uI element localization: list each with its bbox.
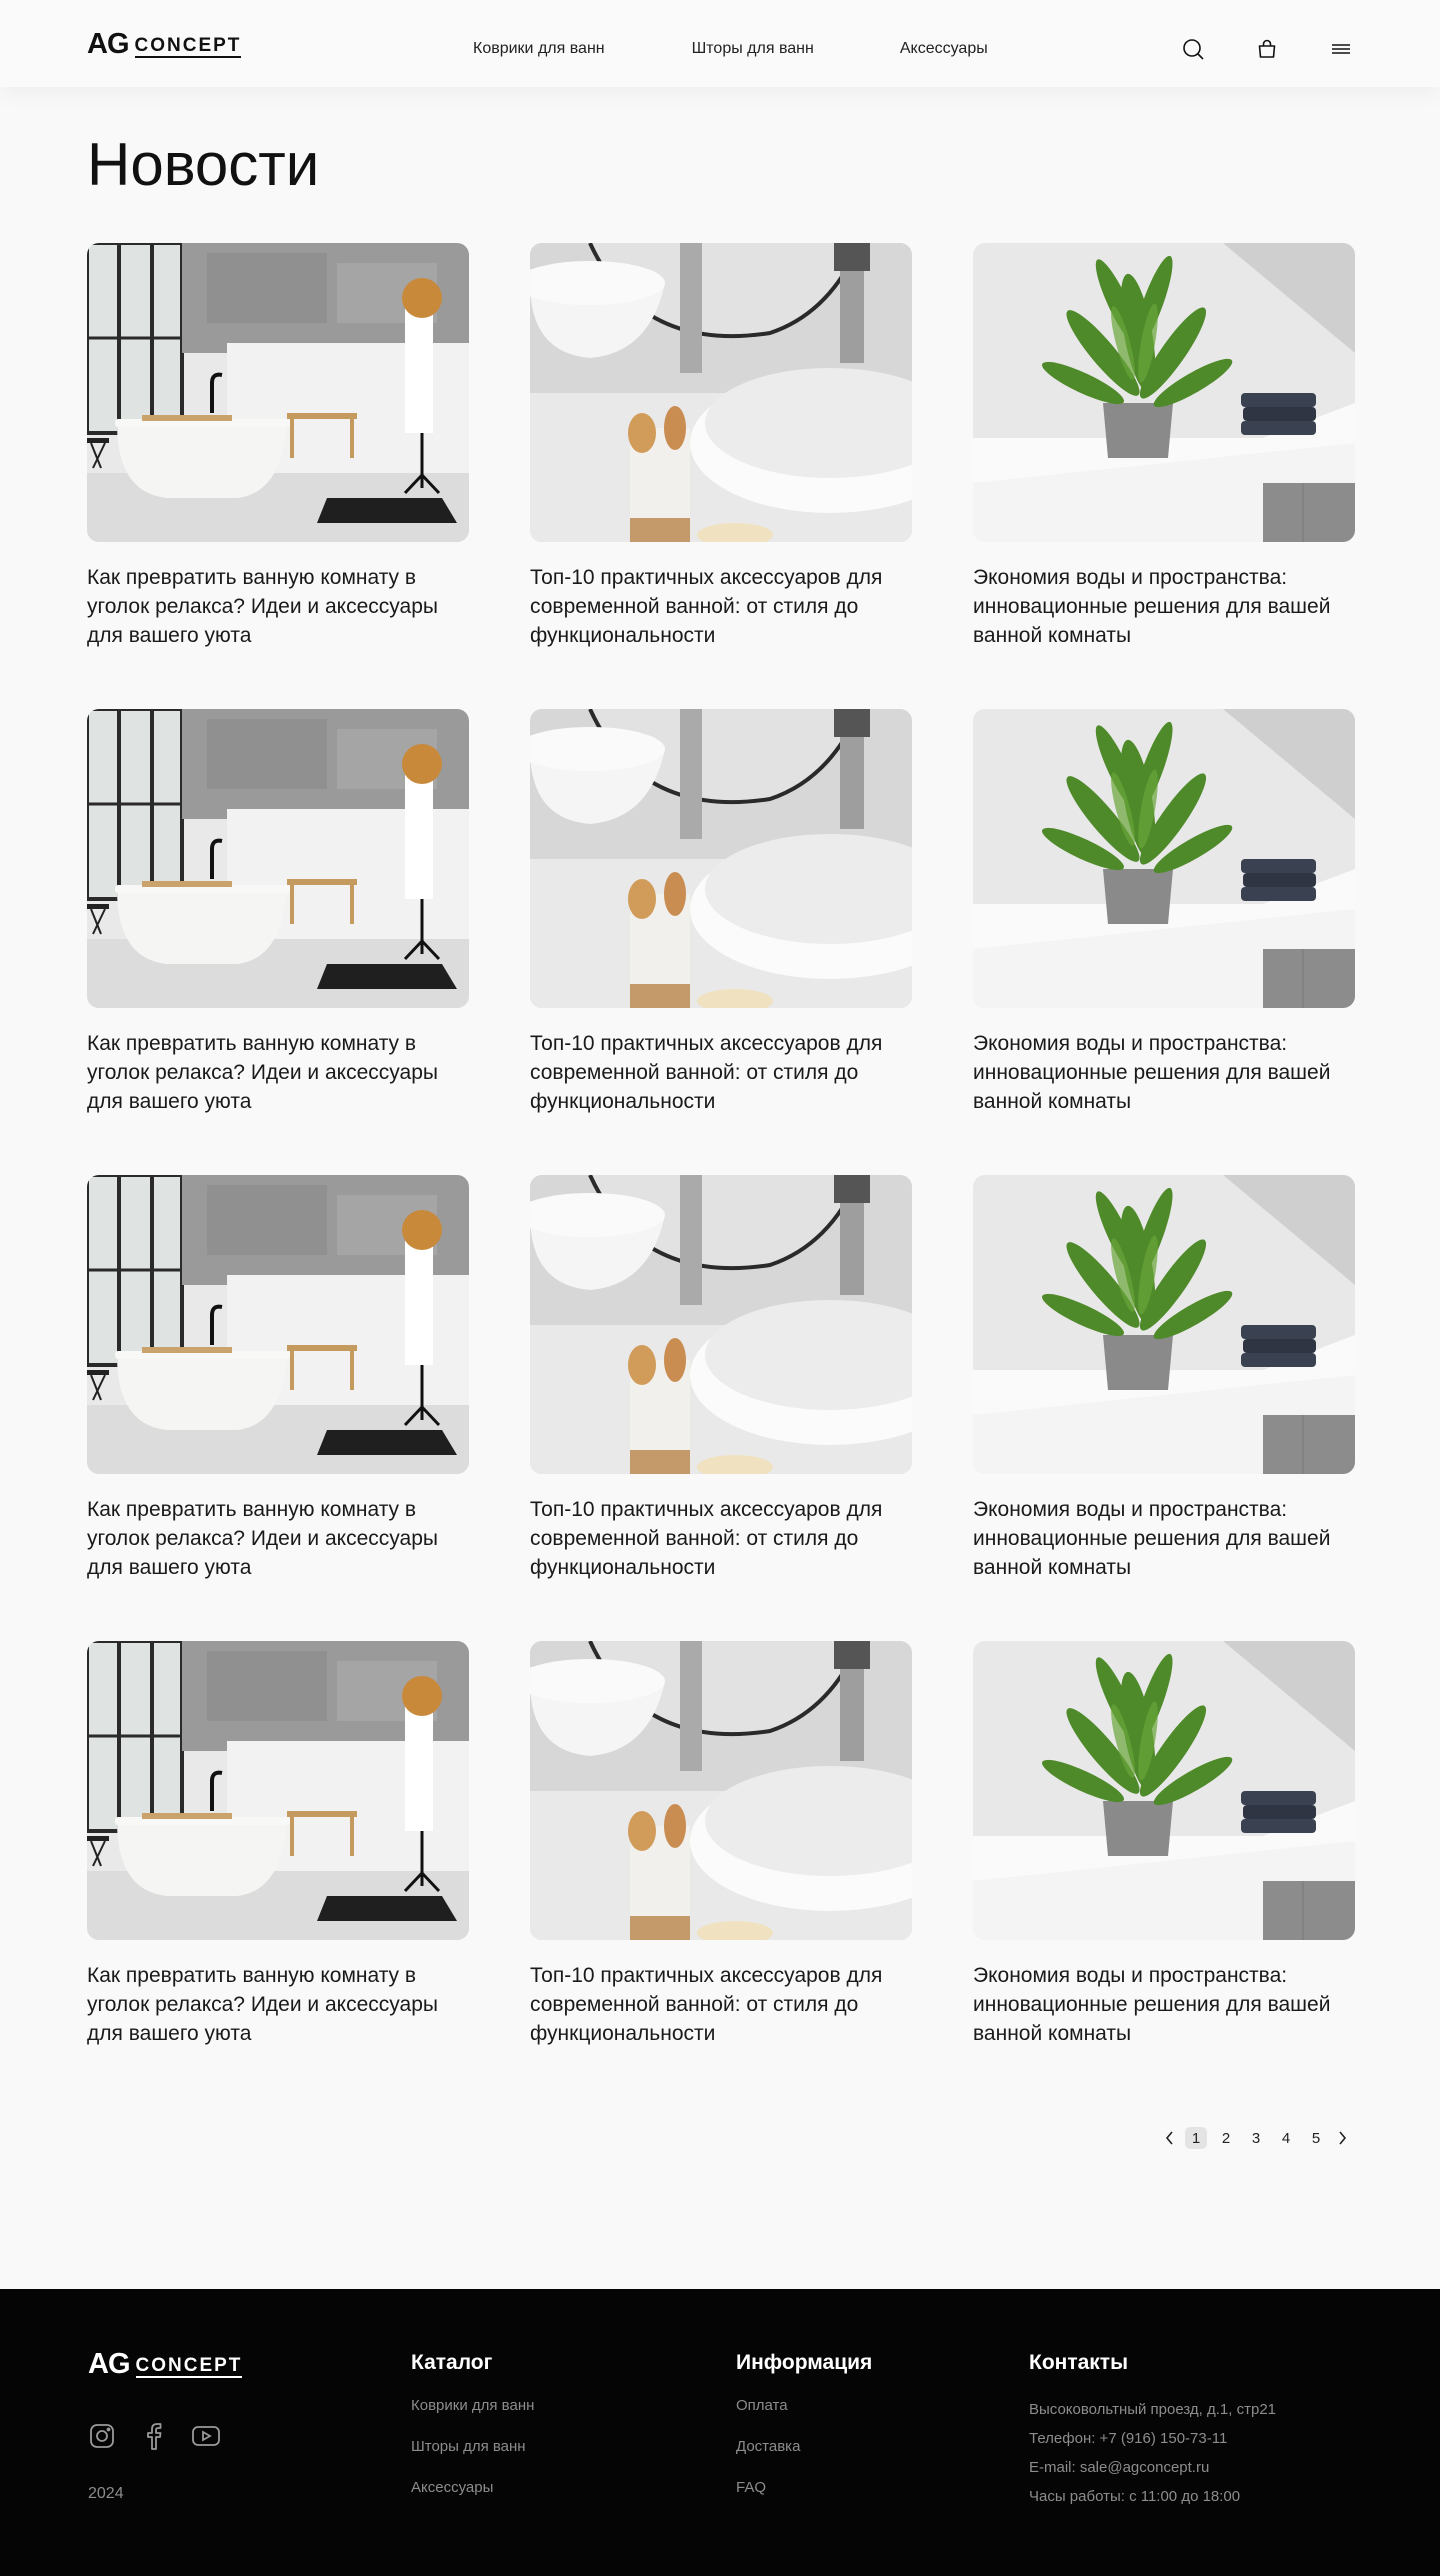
- news-card[interactable]: Топ-10 практичных аксессуаров для соврем…: [530, 1641, 912, 2107]
- footer-contacts-heading: Контакты: [1029, 2351, 1129, 2374]
- news-image[interactable]: [87, 1175, 469, 1474]
- news-title[interactable]: Топ-10 практичных аксессуаров для соврем…: [530, 1495, 912, 1582]
- footer-logo[interactable]: AG CONCEPT: [88, 2348, 243, 2380]
- news-image[interactable]: [87, 243, 469, 542]
- logo-ag-text: AG: [87, 28, 129, 60]
- news-image[interactable]: [530, 1641, 912, 1940]
- footer-catalog-heading: Каталог: [411, 2351, 493, 2374]
- nav-item-accessories[interactable]: Аксессуары: [900, 40, 988, 58]
- instagram-icon[interactable]: [87, 2421, 117, 2451]
- news-card[interactable]: Как превратить ванную комнату в уголок р…: [87, 243, 469, 709]
- news-image[interactable]: [530, 709, 912, 1008]
- news-title[interactable]: Как превратить ванную комнату в уголок р…: [87, 1495, 469, 1582]
- news-card[interactable]: Как превратить ванную комнату в уголок р…: [87, 709, 469, 1175]
- social-links: [87, 2421, 221, 2451]
- news-image[interactable]: [973, 1175, 1355, 1474]
- news-card[interactable]: Экономия воды и пространства: инновацион…: [973, 709, 1355, 1175]
- footer-year: 2024: [88, 2485, 124, 2502]
- news-title[interactable]: Как превратить ванную комнату в уголок р…: [87, 1961, 469, 2048]
- footer-link-bath-mats[interactable]: Коврики для ванн: [411, 2395, 534, 2416]
- bag-icon[interactable]: [1254, 36, 1280, 62]
- page-link-2[interactable]: 2: [1215, 2127, 1237, 2149]
- footer-link-bath-curtains[interactable]: Шторы для ванн: [411, 2436, 534, 2457]
- footer-info: Информация Оплата Доставка FAQ: [736, 2349, 872, 2518]
- news-title[interactable]: Экономия воды и пространства: инновацион…: [973, 1495, 1355, 1582]
- footer-phone[interactable]: Телефон: +7 (916) 150-73-11: [1029, 2424, 1276, 2453]
- news-title[interactable]: Топ-10 практичных аксессуаров для соврем…: [530, 1961, 912, 2048]
- main-nav: Коврики для ванн Шторы для ванн Аксессуа…: [473, 40, 988, 58]
- news-title[interactable]: Экономия воды и пространства: инновацион…: [973, 1029, 1355, 1116]
- footer-hours: Часы работы: с 11:00 до 18:00: [1029, 2488, 1241, 2505]
- news-image[interactable]: [530, 243, 912, 542]
- news-title[interactable]: Экономия воды и пространства: инновацион…: [973, 563, 1355, 650]
- news-grid: Как превратить ванную комнату в уголок р…: [87, 243, 1355, 2107]
- news-title[interactable]: Как превратить ванную комнату в уголок р…: [87, 563, 469, 650]
- news-title[interactable]: Топ-10 практичных аксессуаров для соврем…: [530, 1029, 912, 1116]
- pagination: 1 2 3 4 5: [1159, 2124, 1353, 2152]
- logo[interactable]: AG CONCEPT: [87, 28, 242, 60]
- news-image[interactable]: [530, 1175, 912, 1474]
- news-card[interactable]: Экономия воды и пространства: инновацион…: [973, 1641, 1355, 2107]
- nav-item-bath-mats[interactable]: Коврики для ванн: [473, 40, 605, 58]
- page-link-4[interactable]: 4: [1275, 2127, 1297, 2149]
- news-image[interactable]: [87, 709, 469, 1008]
- footer-link-delivery[interactable]: Доставка: [736, 2436, 872, 2457]
- footer-link-payment[interactable]: Оплата: [736, 2395, 872, 2416]
- news-title[interactable]: Топ-10 практичных аксессуаров для соврем…: [530, 563, 912, 650]
- footer-address: Высоковольтный проезд, д.1, стр21: [1029, 2401, 1277, 2418]
- site-header: AG CONCEPT Коврики для ванн Шторы для ва…: [0, 0, 1440, 87]
- news-image[interactable]: [973, 1641, 1355, 1940]
- news-card[interactable]: Экономия воды и пространства: инновацион…: [973, 243, 1355, 709]
- news-card[interactable]: Экономия воды и пространства: инновацион…: [973, 1175, 1355, 1641]
- page-link-5[interactable]: 5: [1305, 2127, 1327, 2149]
- news-image[interactable]: [973, 243, 1355, 542]
- news-title[interactable]: Как превратить ванную комнату в уголок р…: [87, 1029, 469, 1116]
- page-title: Новости: [87, 131, 320, 198]
- footer-catalog: Каталог Коврики для ванн Шторы для ванн …: [411, 2349, 534, 2518]
- footer-contacts: Контакты Высоковольтный проезд, д.1, стр…: [1029, 2349, 1276, 2511]
- facebook-icon[interactable]: [139, 2421, 169, 2451]
- news-image[interactable]: [87, 1641, 469, 1940]
- footer-link-accessories[interactable]: Аксессуары: [411, 2477, 534, 2498]
- search-icon[interactable]: [1180, 36, 1206, 62]
- youtube-icon[interactable]: [191, 2421, 221, 2451]
- footer-logo-concept-text: CONCEPT: [135, 2355, 243, 2378]
- nav-item-bath-curtains[interactable]: Шторы для ванн: [692, 40, 814, 58]
- site-footer: AG CONCEPT 2024 Каталог Коврики для ванн…: [0, 2289, 1440, 2576]
- footer-email[interactable]: E-mail: sale@agconcept.ru: [1029, 2453, 1276, 2482]
- news-card[interactable]: Как превратить ванную комнату в уголок р…: [87, 1641, 469, 2107]
- footer-logo-ag-text: AG: [88, 2348, 130, 2380]
- footer-info-heading: Информация: [736, 2351, 873, 2374]
- news-title[interactable]: Экономия воды и пространства: инновацион…: [973, 1961, 1355, 2048]
- page-link-1[interactable]: 1: [1185, 2127, 1207, 2149]
- chevron-right-icon[interactable]: [1331, 2127, 1353, 2149]
- news-card[interactable]: Топ-10 практичных аксессуаров для соврем…: [530, 709, 912, 1175]
- news-card[interactable]: Топ-10 практичных аксессуаров для соврем…: [530, 243, 912, 709]
- news-card[interactable]: Как превратить ванную комнату в уголок р…: [87, 1175, 469, 1641]
- news-image[interactable]: [973, 709, 1355, 1008]
- news-card[interactable]: Топ-10 практичных аксессуаров для соврем…: [530, 1175, 912, 1641]
- menu-icon[interactable]: [1328, 36, 1354, 62]
- footer-link-faq[interactable]: FAQ: [736, 2477, 872, 2498]
- chevron-left-icon[interactable]: [1159, 2127, 1181, 2149]
- page-link-3[interactable]: 3: [1245, 2127, 1267, 2149]
- logo-concept-text: CONCEPT: [134, 35, 242, 58]
